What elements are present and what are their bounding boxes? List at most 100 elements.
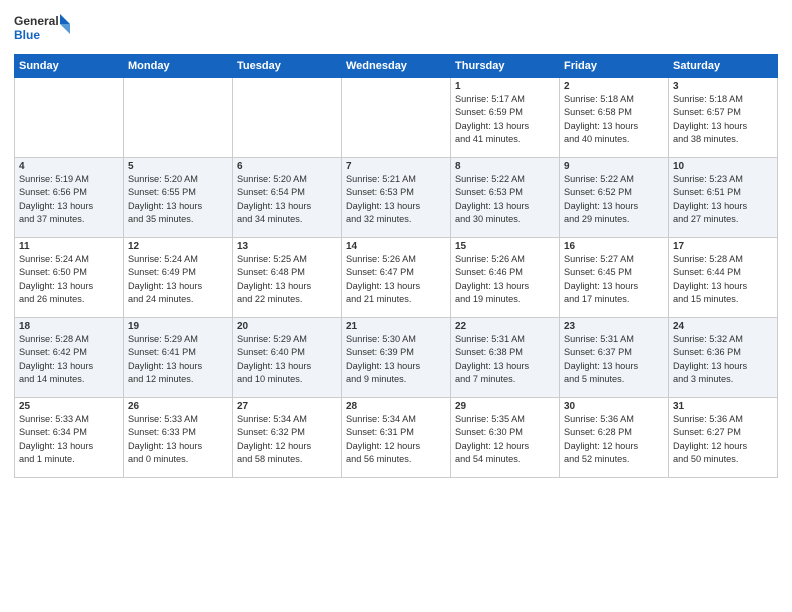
day-cell: 22Sunrise: 5:31 AM Sunset: 6:38 PM Dayli… (451, 318, 560, 398)
day-number: 17 (673, 241, 773, 252)
day-info: Sunrise: 5:19 AM Sunset: 6:56 PM Dayligh… (19, 173, 119, 226)
day-cell: 10Sunrise: 5:23 AM Sunset: 6:51 PM Dayli… (669, 158, 778, 238)
day-cell: 17Sunrise: 5:28 AM Sunset: 6:44 PM Dayli… (669, 238, 778, 318)
day-number: 2 (564, 81, 664, 92)
day-info: Sunrise: 5:17 AM Sunset: 6:59 PM Dayligh… (455, 93, 555, 146)
day-cell: 23Sunrise: 5:31 AM Sunset: 6:37 PM Dayli… (560, 318, 669, 398)
day-number: 23 (564, 321, 664, 332)
svg-text:Blue: Blue (14, 28, 40, 42)
day-info: Sunrise: 5:31 AM Sunset: 6:38 PM Dayligh… (455, 333, 555, 386)
day-info: Sunrise: 5:35 AM Sunset: 6:30 PM Dayligh… (455, 413, 555, 466)
day-info: Sunrise: 5:28 AM Sunset: 6:42 PM Dayligh… (19, 333, 119, 386)
day-info: Sunrise: 5:24 AM Sunset: 6:50 PM Dayligh… (19, 253, 119, 306)
week-row-5: 25Sunrise: 5:33 AM Sunset: 6:34 PM Dayli… (15, 398, 778, 478)
day-info: Sunrise: 5:30 AM Sunset: 6:39 PM Dayligh… (346, 333, 446, 386)
day-number: 20 (237, 321, 337, 332)
day-cell: 8Sunrise: 5:22 AM Sunset: 6:53 PM Daylig… (451, 158, 560, 238)
day-info: Sunrise: 5:18 AM Sunset: 6:58 PM Dayligh… (564, 93, 664, 146)
svg-text:General: General (14, 14, 59, 28)
day-number: 16 (564, 241, 664, 252)
calendar-table: SundayMondayTuesdayWednesdayThursdayFrid… (14, 54, 778, 478)
day-number: 26 (128, 401, 228, 412)
col-header-friday: Friday (560, 55, 669, 78)
day-cell (15, 78, 124, 158)
day-number: 24 (673, 321, 773, 332)
day-cell: 21Sunrise: 5:30 AM Sunset: 6:39 PM Dayli… (342, 318, 451, 398)
day-number: 6 (237, 161, 337, 172)
day-cell: 16Sunrise: 5:27 AM Sunset: 6:45 PM Dayli… (560, 238, 669, 318)
day-info: Sunrise: 5:33 AM Sunset: 6:34 PM Dayligh… (19, 413, 119, 466)
day-cell: 28Sunrise: 5:34 AM Sunset: 6:31 PM Dayli… (342, 398, 451, 478)
week-row-3: 11Sunrise: 5:24 AM Sunset: 6:50 PM Dayli… (15, 238, 778, 318)
day-info: Sunrise: 5:29 AM Sunset: 6:40 PM Dayligh… (237, 333, 337, 386)
day-number: 29 (455, 401, 555, 412)
day-number: 10 (673, 161, 773, 172)
day-number: 5 (128, 161, 228, 172)
day-number: 8 (455, 161, 555, 172)
day-number: 12 (128, 241, 228, 252)
day-number: 30 (564, 401, 664, 412)
day-info: Sunrise: 5:18 AM Sunset: 6:57 PM Dayligh… (673, 93, 773, 146)
week-row-2: 4Sunrise: 5:19 AM Sunset: 6:56 PM Daylig… (15, 158, 778, 238)
day-number: 13 (237, 241, 337, 252)
day-info: Sunrise: 5:20 AM Sunset: 6:54 PM Dayligh… (237, 173, 337, 226)
col-header-saturday: Saturday (669, 55, 778, 78)
col-header-wednesday: Wednesday (342, 55, 451, 78)
day-cell: 9Sunrise: 5:22 AM Sunset: 6:52 PM Daylig… (560, 158, 669, 238)
day-number: 21 (346, 321, 446, 332)
day-number: 9 (564, 161, 664, 172)
day-info: Sunrise: 5:33 AM Sunset: 6:33 PM Dayligh… (128, 413, 228, 466)
day-cell (124, 78, 233, 158)
day-cell: 29Sunrise: 5:35 AM Sunset: 6:30 PM Dayli… (451, 398, 560, 478)
day-number: 11 (19, 241, 119, 252)
day-cell: 31Sunrise: 5:36 AM Sunset: 6:27 PM Dayli… (669, 398, 778, 478)
day-cell: 30Sunrise: 5:36 AM Sunset: 6:28 PM Dayli… (560, 398, 669, 478)
day-info: Sunrise: 5:36 AM Sunset: 6:27 PM Dayligh… (673, 413, 773, 466)
day-cell: 13Sunrise: 5:25 AM Sunset: 6:48 PM Dayli… (233, 238, 342, 318)
day-number: 15 (455, 241, 555, 252)
col-header-thursday: Thursday (451, 55, 560, 78)
day-cell: 2Sunrise: 5:18 AM Sunset: 6:58 PM Daylig… (560, 78, 669, 158)
day-info: Sunrise: 5:28 AM Sunset: 6:44 PM Dayligh… (673, 253, 773, 306)
day-number: 1 (455, 81, 555, 92)
day-cell: 11Sunrise: 5:24 AM Sunset: 6:50 PM Dayli… (15, 238, 124, 318)
day-info: Sunrise: 5:34 AM Sunset: 6:32 PM Dayligh… (237, 413, 337, 466)
day-cell: 26Sunrise: 5:33 AM Sunset: 6:33 PM Dayli… (124, 398, 233, 478)
day-info: Sunrise: 5:34 AM Sunset: 6:31 PM Dayligh… (346, 413, 446, 466)
day-info: Sunrise: 5:22 AM Sunset: 6:52 PM Dayligh… (564, 173, 664, 226)
col-header-tuesday: Tuesday (233, 55, 342, 78)
day-number: 25 (19, 401, 119, 412)
day-cell: 14Sunrise: 5:26 AM Sunset: 6:47 PM Dayli… (342, 238, 451, 318)
day-number: 28 (346, 401, 446, 412)
logo: General Blue (14, 10, 74, 48)
week-row-4: 18Sunrise: 5:28 AM Sunset: 6:42 PM Dayli… (15, 318, 778, 398)
day-info: Sunrise: 5:31 AM Sunset: 6:37 PM Dayligh… (564, 333, 664, 386)
day-info: Sunrise: 5:20 AM Sunset: 6:55 PM Dayligh… (128, 173, 228, 226)
col-header-monday: Monday (124, 55, 233, 78)
day-info: Sunrise: 5:27 AM Sunset: 6:45 PM Dayligh… (564, 253, 664, 306)
day-info: Sunrise: 5:36 AM Sunset: 6:28 PM Dayligh… (564, 413, 664, 466)
day-info: Sunrise: 5:32 AM Sunset: 6:36 PM Dayligh… (673, 333, 773, 386)
day-cell: 3Sunrise: 5:18 AM Sunset: 6:57 PM Daylig… (669, 78, 778, 158)
day-number: 18 (19, 321, 119, 332)
day-cell: 20Sunrise: 5:29 AM Sunset: 6:40 PM Dayli… (233, 318, 342, 398)
day-number: 31 (673, 401, 773, 412)
day-cell: 19Sunrise: 5:29 AM Sunset: 6:41 PM Dayli… (124, 318, 233, 398)
day-number: 27 (237, 401, 337, 412)
day-info: Sunrise: 5:23 AM Sunset: 6:51 PM Dayligh… (673, 173, 773, 226)
day-cell: 15Sunrise: 5:26 AM Sunset: 6:46 PM Dayli… (451, 238, 560, 318)
day-cell: 18Sunrise: 5:28 AM Sunset: 6:42 PM Dayli… (15, 318, 124, 398)
day-number: 3 (673, 81, 773, 92)
day-info: Sunrise: 5:29 AM Sunset: 6:41 PM Dayligh… (128, 333, 228, 386)
day-info: Sunrise: 5:25 AM Sunset: 6:48 PM Dayligh… (237, 253, 337, 306)
day-info: Sunrise: 5:21 AM Sunset: 6:53 PM Dayligh… (346, 173, 446, 226)
day-number: 22 (455, 321, 555, 332)
day-number: 4 (19, 161, 119, 172)
day-cell: 25Sunrise: 5:33 AM Sunset: 6:34 PM Dayli… (15, 398, 124, 478)
day-number: 19 (128, 321, 228, 332)
day-cell: 24Sunrise: 5:32 AM Sunset: 6:36 PM Dayli… (669, 318, 778, 398)
day-cell: 5Sunrise: 5:20 AM Sunset: 6:55 PM Daylig… (124, 158, 233, 238)
day-cell (342, 78, 451, 158)
day-number: 7 (346, 161, 446, 172)
logo-graphic: General Blue (14, 10, 74, 48)
